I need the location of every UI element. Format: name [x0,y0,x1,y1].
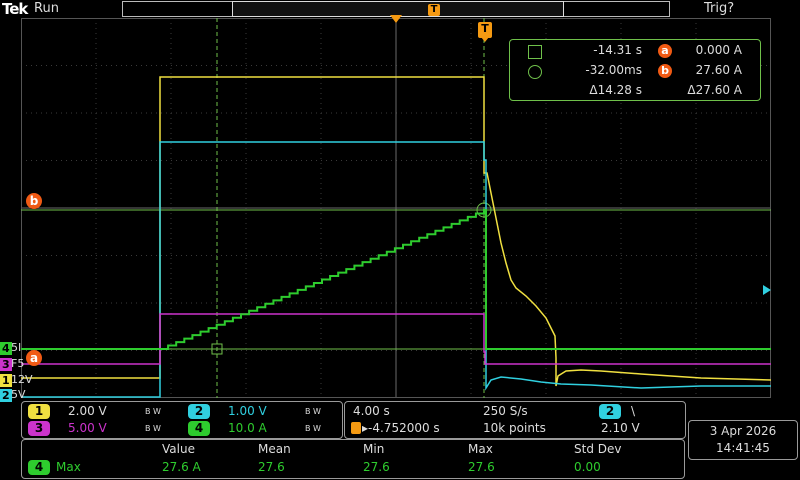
run-state[interactable]: Run [34,1,59,16]
cursor-readout-panel: -14.31 s a 0.000 A -32.00ms b 27.60 A Δ1… [509,39,761,101]
trigger-slope-icon[interactable]: \ [631,404,635,419]
channel-4-bw-limit: B W [305,424,321,433]
measurement-header-min: Min [363,442,385,456]
measurement-min: 27.6 [363,460,390,474]
channel-1-marker[interactable]: 1 [0,374,12,387]
measurement-panel: Value Mean Min Max Std Dev 4 Max 27.6 A … [21,439,685,479]
trigger-position-icon [351,422,361,434]
channel-4-marker[interactable]: 4 [0,342,12,355]
cursor-delta-time: Δ14.28 s [589,83,642,97]
trigger-time-marker[interactable]: T [478,22,492,38]
measurement-header-mean: Mean [258,442,291,456]
cursor-a-value: 0.000 A [695,43,742,57]
channel-1-button[interactable]: 1 [28,404,50,419]
measurement-header-std-dev: Std Dev [574,442,622,456]
cursor-b-label[interactable]: b [26,193,42,209]
cursor-delta-value: Δ27.60 A [687,83,742,97]
measurement-value: 27.6 A [162,460,201,474]
channel-1-scale[interactable]: 2.00 V [68,404,107,419]
channel-2-marker[interactable]: 2 [0,389,12,402]
trigger-source-button[interactable]: 2 [599,404,621,419]
cursor-a-tag: a [658,44,672,58]
trigger-time-marker-label: T [481,22,489,35]
cursor-b-circle-icon [528,65,542,79]
cursor-a-label[interactable]: a [26,350,42,366]
channel-3-marker[interactable]: 3 [0,358,12,371]
vertical-settings-panel: 1 2.00 V B W 2 1.00 V B W 3 5.00 V B W 4… [21,401,343,439]
channel-3-marker-label: F5 [11,357,25,370]
cursor-readout-row-3: Δ14.28 s Δ27.60 A [510,83,760,101]
sample-rate: 250 S/s [483,404,528,418]
cursor-b-time: -32.00ms [585,63,642,77]
channel-3-button[interactable]: 3 [28,421,50,436]
brand-logo: Tek [2,0,28,18]
measurement-mean: 27.6 [258,460,285,474]
channel-2-marker-label: 5V [11,388,26,401]
cursor-readout-row-2: -32.00ms b 27.60 A [510,63,760,81]
datetime-panel: 3 Apr 2026 14:41:45 [688,420,798,460]
channel-2-button[interactable]: 2 [188,404,210,419]
channel-1-marker-label: 12V [11,373,33,386]
current-date: 3 Apr 2026 [709,424,777,438]
trigger-status: Trig? [704,1,735,16]
channel-1-bw-limit: B W [145,407,161,416]
channel-2-scale[interactable]: 1.00 V [228,404,267,419]
channel-4-scale[interactable]: 10.0 A [228,421,267,436]
trigger-level[interactable]: 2.10 V [601,421,640,436]
horizontal-trigger-panel: 4.00 s 250 S/s 2 \ ▸-4.752000 s 10k poin… [344,401,686,439]
record-trigger-marker: T [428,4,440,16]
channel-3-scale[interactable]: 5.00 V [68,421,107,436]
measurement-channel-badge: 4 [28,460,50,475]
trigger-level-arrow[interactable] [763,285,771,295]
current-time: 14:41:45 [716,441,770,455]
channel-3-bw-limit: B W [145,424,161,433]
trigger-position-arrow[interactable] [390,15,402,25]
channel-4-button[interactable]: 4 [188,421,210,436]
trigger-position-value[interactable]: ▸-4.752000 s [362,421,440,436]
cursor-a-time: -14.31 s [593,43,642,57]
cursor-a-square-icon [528,45,542,59]
measurement-header-max: Max [468,442,493,456]
measurement-max: 27.6 [468,460,495,474]
measurement-std-dev: 0.00 [574,460,601,474]
trigger-time-marker-pointer [481,37,489,42]
time-per-division[interactable]: 4.00 s [353,404,390,419]
record-length[interactable]: 10k points [483,421,546,436]
measurement-name: Max [56,460,81,474]
cursor-b-value: 27.60 A [695,63,742,77]
measurement-header-value: Value [162,442,195,456]
cursor-readout-row-1: -14.31 s a 0.000 A [510,43,760,61]
channel-2-bw-limit: B W [305,407,321,416]
cursor-b-tag: b [658,64,672,78]
channel-4-marker-label: 5I [11,341,22,354]
